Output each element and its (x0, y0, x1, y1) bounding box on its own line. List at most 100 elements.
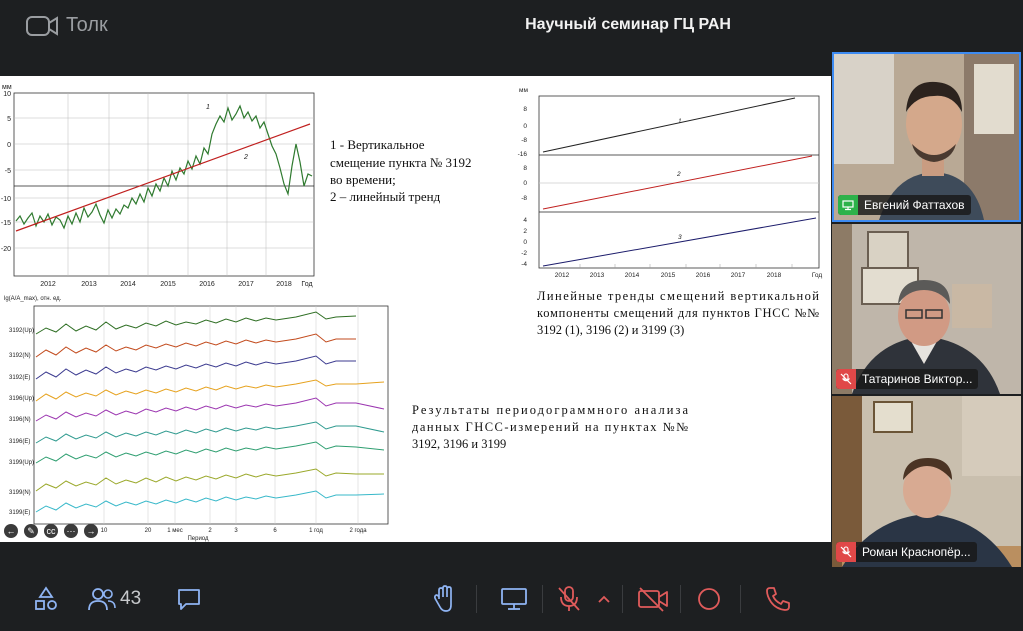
chart2-ytick: -8 (521, 195, 527, 202)
participant-name: Татаринов Виктор... (862, 372, 973, 386)
participant-tile[interactable]: Евгений Фаттахов (832, 52, 1021, 222)
chart3-xtick: 2 (208, 528, 212, 534)
phone-hangup-icon (766, 587, 790, 611)
top-bar: Толк Научный семинар ГЦ РАН (0, 0, 1023, 52)
chart2-ytick: 0 (523, 239, 527, 246)
chart3-xtick: 3 (234, 528, 238, 534)
chart2-label-3: 3 (678, 234, 682, 241)
chart2-xtick: 2013 (590, 272, 605, 279)
participant-name-chip: Татаринов Виктор... (836, 369, 979, 389)
caption-chart3: Результаты периодограммного анализа данн… (412, 403, 688, 451)
chart2-ytick: 2 (523, 228, 527, 235)
caption3-line: данных ГНСС-измерений на пунктах №№ (412, 420, 688, 434)
chart2-label-2: 2 (676, 171, 681, 178)
shapes-icon (35, 586, 57, 610)
camera-button[interactable] (637, 585, 669, 613)
chart2-ytick: 8 (523, 165, 527, 172)
chart3-xtick: 2 года (349, 528, 367, 534)
chart3-xtick: 1 год (309, 528, 323, 534)
raise-hand-button[interactable] (431, 585, 457, 613)
chart1-ytick: 10 (3, 91, 11, 98)
record-button[interactable] (696, 585, 722, 613)
chart3-series: 3199(E) (9, 510, 30, 516)
shared-screen: мм 1 2 10 5 0 -5 -10 -15 -20 2012 2013 2… (0, 76, 831, 542)
chart3-series: 3199(Up) (9, 460, 34, 466)
chart1-marker-1: 1 (206, 104, 210, 111)
control-bar: 43 (0, 567, 1023, 631)
legend1-line: 2 – линейный тренд (330, 189, 441, 204)
chat-icon (178, 589, 200, 610)
more-icon[interactable]: ⋯ (64, 524, 78, 538)
apps-button[interactable] (33, 585, 59, 613)
legend1-line: во времени; (330, 172, 396, 187)
chart2-ytick: 4 (523, 217, 527, 224)
chart-periodogram: lg(A/A_max), отн. ед. 3192(Up) 3192(N) 3… (4, 296, 389, 542)
chart1-xtick: Год (301, 281, 312, 288)
chart3-xtick: 6 (273, 528, 277, 534)
chart3-xlabel: Период (187, 536, 209, 542)
participants-button[interactable]: 43 (88, 585, 141, 613)
chart3-series: 3192(N) (9, 353, 31, 359)
chart3-ylabel: lg(A/A_max), отн. ед. (4, 296, 62, 302)
chart1-xtick: 2015 (160, 281, 176, 288)
chart3-series: 3196(N) (9, 417, 31, 423)
chevron-up-icon (598, 595, 610, 603)
legend1-line: смещение пункта № 3192 (330, 155, 472, 170)
camera-off-icon (638, 587, 668, 612)
chart1-xtick: 2018 (276, 281, 292, 288)
chart1-xtick: 2017 (238, 281, 254, 288)
microphone-button[interactable] (556, 585, 582, 613)
chat-button[interactable] (176, 585, 202, 613)
meeting-title: Научный семинар ГЦ РАН (525, 16, 731, 33)
caption2-line: компоненты смещений для пунктов ГНСС №№ (537, 306, 819, 320)
mic-muted-icon (558, 586, 580, 611)
chart2-xtick: 2014 (625, 272, 640, 279)
legend1-line: 1 - Вертикальное (330, 137, 425, 152)
chart2-unit: мм (519, 87, 528, 94)
participant-name: Евгений Фаттахов (864, 198, 965, 212)
chart1-xtick: 2012 (40, 281, 56, 288)
chart2-ytick: 8 (523, 106, 527, 113)
participant-tile[interactable]: Татаринов Виктор... (832, 224, 1021, 394)
participants-count: 43 (120, 588, 142, 609)
chart1-ytick: -20 (1, 246, 11, 253)
divider (476, 585, 477, 613)
caption3-line: Результаты периодограммного анализа (412, 403, 688, 417)
caption2-line: 3192 (1), 3196 (2) и 3199 (3) (537, 323, 684, 337)
caption-icon[interactable]: cc (44, 524, 58, 538)
chart2-ytick: -8 (521, 137, 527, 144)
chart2-ytick: -4 (521, 261, 527, 268)
participant-name-chip: Роман Краснопёр... (836, 542, 977, 562)
chart1-ytick: -10 (1, 196, 11, 203)
caption-chart2: Линейные тренды смещений вертикальной ко… (537, 289, 819, 337)
mic-muted-icon (836, 369, 856, 389)
screen-share-icon (838, 195, 858, 215)
chart3-series: 3196(E) (9, 439, 30, 445)
chart1-xtick: 2013 (81, 281, 97, 288)
prev-arrow-icon[interactable]: ← (4, 524, 18, 538)
audio-options-toggle[interactable] (597, 585, 611, 613)
leave-call-button[interactable] (764, 585, 792, 613)
chart3-series: 3199(N) (9, 490, 31, 496)
divider (680, 585, 681, 613)
chart1-marker-2: 2 (243, 154, 248, 161)
participant-name: Роман Краснопёр... (862, 545, 971, 559)
participant-tile[interactable]: Роман Краснопёр... (832, 396, 1021, 567)
caption3-line: 3192, 3196 и 3199 (412, 437, 506, 451)
mic-muted-icon (836, 542, 856, 562)
divider (542, 585, 543, 613)
screen-share-button[interactable] (500, 585, 528, 613)
chart-linear-trends: мм 1 2 3 8 0 -8 -16 8 0 -8 4 2 0 -2 -4 2… (518, 87, 823, 279)
record-icon (698, 588, 720, 610)
chart2-ytick: 0 (523, 123, 527, 130)
pen-icon[interactable]: ✎ (24, 524, 38, 538)
chart3-series: 3196(Up) (9, 396, 34, 402)
chart2-ytick: -2 (521, 250, 527, 257)
chart2-xtick: 2017 (731, 272, 746, 279)
chart1-ytick: -5 (5, 168, 11, 175)
next-arrow-icon[interactable]: → (84, 524, 98, 538)
chart2-xtick: 2015 (661, 272, 676, 279)
chart2-xtick: 2018 (767, 272, 782, 279)
chart-vertical-displacement: мм 1 2 10 5 0 -5 -10 -15 -20 2012 2013 2… (1, 84, 315, 288)
chart2-xtick: 2016 (696, 272, 711, 279)
